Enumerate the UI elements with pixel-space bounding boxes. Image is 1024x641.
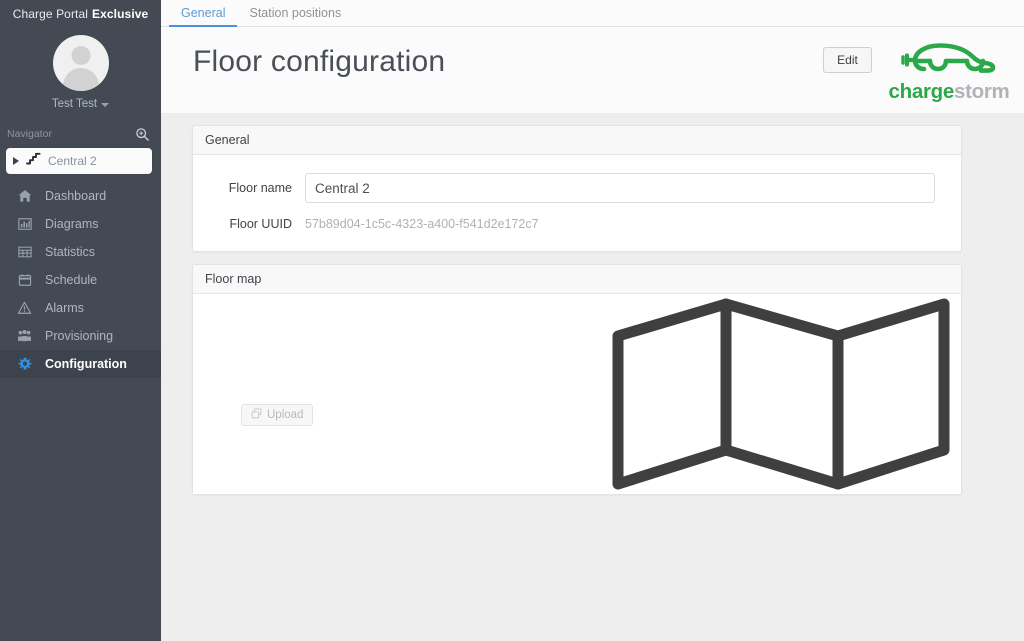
brand-name-bold: Exclusive	[92, 6, 149, 21]
home-icon	[17, 189, 32, 203]
logo-wordmark: chargestorm	[889, 80, 1010, 104]
upload-button-label: Upload	[267, 409, 304, 421]
chargestorm-logo: chargestorm	[885, 39, 1013, 104]
navigator-label: Navigator	[7, 128, 52, 140]
sidebar-item-label: Provisioning	[45, 329, 114, 343]
tab-general[interactable]: General	[169, 0, 238, 27]
user-block[interactable]: Test Test	[0, 27, 161, 110]
general-panel-header: General	[193, 126, 961, 155]
table-grid-icon	[17, 245, 32, 259]
floor-uuid-value: 57b89d04-1c5c-4323-a400-f541d2e172c7	[305, 217, 539, 231]
calendar-icon	[17, 273, 32, 287]
triangle-right-icon[interactable]	[13, 157, 19, 165]
chevron-down-icon	[101, 103, 110, 107]
edit-button-label: Edit	[837, 53, 858, 67]
floor-name-label: Floor name	[228, 181, 292, 195]
floor-map-panel-title: Floor map	[205, 272, 262, 286]
sidebar-item-label: Dashboard	[45, 189, 107, 203]
tab-label: General	[181, 6, 226, 20]
sidebar-item-alarms[interactable]: Alarms	[0, 294, 161, 322]
gear-icon	[17, 357, 32, 371]
tab-bar: General Station positions	[161, 0, 1024, 27]
floor-map-panel: Floor map Upload	[192, 264, 962, 495]
page-header: Floor configuration Edit chargestorm	[161, 27, 1024, 113]
brand-title: Charge Portal Exclusive	[0, 0, 161, 27]
edit-button[interactable]: Edit	[823, 47, 872, 73]
floor-map-panel-body: Upload	[193, 294, 961, 494]
search-zoom-icon[interactable]	[135, 127, 150, 142]
sidebar-item-configuration[interactable]: Configuration	[0, 350, 161, 378]
general-panel-body: Floor name Central 2 Floor UUID 57b89d04…	[193, 155, 961, 251]
brand-name-light: Charge Portal	[12, 6, 89, 21]
upload-button[interactable]: Upload	[241, 404, 314, 426]
sidebar-item-label: Diagrams	[45, 217, 99, 231]
bar-chart-icon	[17, 217, 32, 231]
sidebar-item-dashboard[interactable]: Dashboard	[0, 182, 161, 210]
ev-car-plug-icon	[897, 39, 1001, 82]
users-group-icon	[17, 329, 32, 343]
page-title: Floor configuration	[193, 45, 446, 78]
logo-word-storm: storm	[953, 80, 1010, 103]
avatar-head-shape	[71, 46, 90, 65]
copy-files-icon	[251, 408, 262, 422]
sidebar: Charge Portal Exclusive Test Test Naviga…	[0, 0, 161, 641]
tab-station-positions[interactable]: Station positions	[237, 0, 353, 26]
warning-triangle-icon	[17, 301, 32, 315]
sidebar-item-label: Configuration	[45, 357, 127, 371]
stairs-icon	[26, 152, 41, 170]
floor-name-row: Floor name Central 2	[193, 173, 961, 203]
floor-uuid-row: Floor UUID 57b89d04-1c5c-4323-a400-f541d…	[193, 217, 961, 231]
sidebar-item-label: Alarms	[45, 301, 84, 315]
logo-word-charge: charge	[888, 80, 955, 103]
tree-item-central-2[interactable]: Central 2	[6, 148, 152, 174]
sidebar-item-diagrams[interactable]: Diagrams	[0, 210, 161, 238]
floor-uuid-label: Floor UUID	[229, 217, 292, 231]
sidebar-item-schedule[interactable]: Schedule	[0, 266, 161, 294]
floor-map-panel-header: Floor map	[193, 265, 961, 294]
floor-name-value: Central 2	[315, 180, 370, 196]
tree-item-label: Central 2	[48, 154, 97, 168]
app-root: Charge Portal Exclusive Test Test Naviga…	[0, 0, 1024, 641]
general-panel: General Floor name Central 2 Floor UUID …	[192, 125, 962, 252]
user-menu[interactable]: Test Test	[51, 98, 110, 110]
floor-name-input[interactable]: Central 2	[305, 173, 935, 203]
sidebar-item-label: Statistics	[45, 245, 96, 259]
avatar-body-shape	[62, 68, 99, 91]
general-panel-title: General	[205, 133, 250, 147]
avatar	[52, 35, 109, 91]
sidebar-item-provisioning[interactable]: Provisioning	[0, 322, 161, 350]
content-body: General Floor name Central 2 Floor UUID …	[161, 113, 1024, 641]
navigator-header: Navigator	[0, 124, 161, 144]
sidebar-item-label: Schedule	[45, 273, 98, 287]
main-area: General Station positions Floor configur…	[161, 0, 1024, 641]
folded-map-icon	[611, 296, 951, 497]
tab-label: Station positions	[249, 6, 342, 20]
user-name-label: Test Test	[51, 98, 98, 110]
sidebar-item-statistics[interactable]: Statistics	[0, 238, 161, 266]
sidebar-nav: Dashboard Diagrams Statistics Schedule A…	[0, 182, 161, 378]
